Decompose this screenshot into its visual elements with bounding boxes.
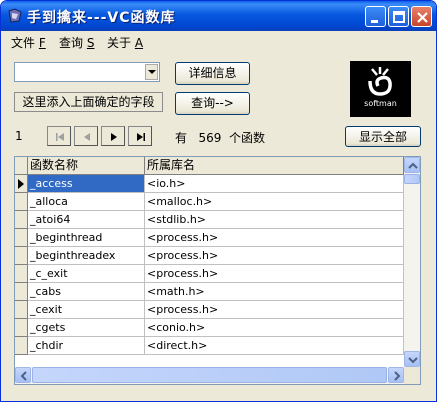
library-cell[interactable]: <direct.h> <box>145 337 404 355</box>
function-name-cell[interactable]: _beginthread <box>28 229 145 247</box>
page-number: 1 <box>15 129 23 143</box>
column-header-library[interactable]: 所属库名 <box>145 157 404 174</box>
row-selector[interactable] <box>15 193 28 211</box>
horizontal-scroll-thumb[interactable] <box>32 367 387 383</box>
library-cell[interactable]: <malloc.h> <box>145 193 404 211</box>
menu-about[interactable]: 关于 A <box>107 34 143 51</box>
row-selector[interactable] <box>15 265 28 283</box>
menu-bar: 文件 F 查询 S 关于 A <box>2 31 435 51</box>
scrollbar-corner <box>404 367 420 384</box>
function-name-cell[interactable]: _cexit <box>28 301 145 319</box>
row-selector[interactable] <box>15 301 28 319</box>
vertical-scrollbar[interactable] <box>404 157 420 367</box>
minimize-button[interactable] <box>365 6 386 27</box>
scroll-up-button[interactable] <box>404 157 420 173</box>
logo-emblem-icon <box>368 67 392 96</box>
first-record-button[interactable] <box>47 126 71 146</box>
show-all-button[interactable]: 显示全部 <box>345 126 421 147</box>
row-selector[interactable] <box>15 319 28 337</box>
row-selector[interactable] <box>15 283 28 301</box>
record-count: 569 <box>198 131 222 145</box>
library-cell[interactable]: <conio.h> <box>145 319 404 337</box>
title-bar[interactable]: 手到擒来---VC函数库 <box>1 1 436 31</box>
row-selector[interactable] <box>15 337 28 355</box>
skip-first-icon <box>56 133 64 141</box>
field-combobox[interactable] <box>14 62 160 82</box>
app-window: 手到擒来---VC函数库 文件 F 查询 S 关于 A 这里添入上面确定的字段 … <box>0 0 437 402</box>
function-name-cell[interactable]: _cgets <box>28 319 145 337</box>
record-count-label: 有 569 个函数 <box>175 131 266 145</box>
row-selector[interactable] <box>15 211 28 229</box>
prev-icon <box>84 133 90 141</box>
function-name-cell[interactable]: _atoi64 <box>28 211 145 229</box>
skip-last-icon <box>137 133 145 141</box>
row-header-corner <box>15 157 28 174</box>
vertical-scroll-thumb[interactable] <box>404 174 420 184</box>
scroll-down-button[interactable] <box>404 351 420 367</box>
value-input-hint[interactable]: 这里添入上面确定的字段 <box>14 92 163 112</box>
function-name-cell[interactable]: _chdir <box>28 337 145 355</box>
prev-record-button[interactable] <box>74 126 98 146</box>
horizontal-scrollbar[interactable] <box>15 367 404 384</box>
column-header-function-name[interactable]: 函数名称 <box>28 157 145 174</box>
library-cell[interactable]: <process.h> <box>145 247 404 265</box>
chevron-left-icon <box>20 371 27 381</box>
next-record-button[interactable] <box>101 126 125 146</box>
function-name-cell[interactable]: _alloca <box>28 193 145 211</box>
chevron-down-icon <box>148 70 156 74</box>
combobox-dropdown-button[interactable] <box>145 64 158 80</box>
app-icon[interactable] <box>7 8 23 24</box>
scroll-right-button[interactable] <box>388 367 404 383</box>
library-cell[interactable]: <math.h> <box>145 283 404 301</box>
function-name-cell[interactable]: _cabs <box>28 283 145 301</box>
last-record-button[interactable] <box>128 126 152 146</box>
library-cell[interactable]: <process.h> <box>145 265 404 283</box>
library-cell[interactable]: <stdlib.h> <box>145 211 404 229</box>
close-button[interactable] <box>411 6 432 27</box>
softman-logo: softman <box>350 61 411 117</box>
chevron-up-icon <box>408 162 418 169</box>
function-name-cell[interactable]: _c_exit <box>28 265 145 283</box>
row-selector[interactable] <box>15 247 28 265</box>
library-cell[interactable]: <io.h> <box>145 175 404 193</box>
chevron-down-icon <box>408 357 418 364</box>
row-selector[interactable] <box>15 229 28 247</box>
function-name-cell[interactable]: _beginthreadex <box>28 247 145 265</box>
functions-table[interactable]: 函数名称 所属库名 _access <io.h> _alloca <malloc.h>… <box>14 156 421 385</box>
library-cell[interactable]: <process.h> <box>145 301 404 319</box>
scroll-left-button[interactable] <box>15 367 31 383</box>
menu-file[interactable]: 文件 F <box>11 34 46 51</box>
current-row-arrow-icon <box>18 179 24 189</box>
table-header: 函数名称 所属库名 <box>15 157 404 175</box>
menu-query[interactable]: 查询 S <box>59 34 94 51</box>
library-cell[interactable]: <process.h> <box>145 229 404 247</box>
query-button[interactable]: 查询--> <box>175 92 250 115</box>
next-icon <box>111 133 117 141</box>
logo-brand-text: softman <box>364 99 397 108</box>
function-name-cell[interactable]: _access <box>28 175 145 193</box>
row-selector[interactable] <box>15 175 28 193</box>
maximize-button[interactable] <box>388 6 409 27</box>
chevron-right-icon <box>394 371 401 381</box>
window-title: 手到擒来---VC函数库 <box>27 10 176 26</box>
details-button[interactable]: 详细信息 <box>175 62 250 85</box>
